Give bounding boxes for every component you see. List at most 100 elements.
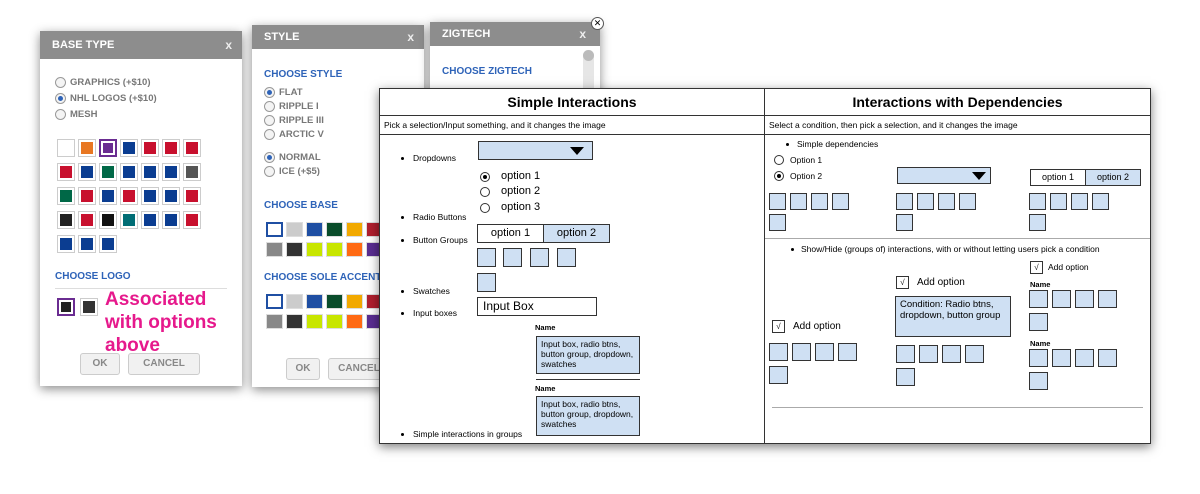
showhide-swatch[interactable] xyxy=(965,345,984,363)
scroll-up-icon[interactable] xyxy=(583,50,594,61)
dep-group-option-1-button[interactable]: option 1 xyxy=(1030,169,1086,186)
team-logo-tile[interactable] xyxy=(57,163,75,181)
showhide-swatch[interactable] xyxy=(1075,349,1094,367)
color-swatch[interactable] xyxy=(286,294,303,309)
showhide-swatch[interactable] xyxy=(1075,290,1094,308)
showhide-swatch[interactable] xyxy=(769,343,788,361)
color-swatch[interactable] xyxy=(346,294,363,309)
team-logo-tile[interactable] xyxy=(120,187,138,205)
color-swatch[interactable] xyxy=(266,242,283,257)
ok-button[interactable]: OK xyxy=(286,358,320,380)
dependent-swatch[interactable] xyxy=(1029,214,1046,231)
mesh-radio[interactable]: MESH xyxy=(55,109,157,120)
dependent-swatch[interactable] xyxy=(959,193,976,210)
color-swatch[interactable] xyxy=(286,314,303,329)
dependent-swatch[interactable] xyxy=(790,193,807,210)
group-swatch[interactable] xyxy=(503,248,522,267)
add-option-checkbox[interactable]: √ xyxy=(772,320,785,333)
dep-radio-option-2[interactable] xyxy=(774,171,784,181)
close-icon[interactable]: x xyxy=(579,22,586,46)
color-swatch[interactable] xyxy=(346,314,363,329)
color-swatch[interactable] xyxy=(326,314,343,329)
radio-option-1[interactable] xyxy=(480,172,490,182)
showhide-swatch[interactable] xyxy=(896,368,915,386)
showhide-swatch[interactable] xyxy=(838,343,857,361)
finish-ice-radio[interactable]: ICE (+$5) xyxy=(264,166,324,177)
dependent-swatch[interactable] xyxy=(938,193,955,210)
finish-normal-radio[interactable]: NORMAL xyxy=(264,152,324,163)
team-logo-tile[interactable] xyxy=(57,235,75,253)
dep-dropdown-select[interactable] xyxy=(897,167,991,184)
team-logo-tile[interactable] xyxy=(141,187,159,205)
showhide-swatch[interactable] xyxy=(769,366,788,384)
showhide-swatch[interactable] xyxy=(1029,372,1048,390)
color-swatch[interactable] xyxy=(306,222,323,237)
showhide-swatch[interactable] xyxy=(1029,349,1048,367)
dep-group-option-2-button[interactable]: option 2 xyxy=(1085,169,1141,186)
dependent-swatch[interactable] xyxy=(896,214,913,231)
showhide-swatch[interactable] xyxy=(1098,349,1117,367)
team-logo-tile[interactable] xyxy=(57,187,75,205)
style-flat-radio[interactable]: FLAT xyxy=(264,87,324,98)
add-option-checkbox[interactable]: √ xyxy=(1030,261,1043,274)
showhide-swatch[interactable] xyxy=(942,345,961,363)
logo-choice-2[interactable] xyxy=(80,298,98,316)
color-swatch[interactable] xyxy=(346,222,363,237)
team-logo-tile[interactable] xyxy=(57,211,75,229)
team-logo-tile[interactable] xyxy=(141,163,159,181)
team-logo-tile[interactable] xyxy=(162,211,180,229)
group-option-2-button[interactable]: option 2 xyxy=(543,224,610,243)
team-logo-tile[interactable] xyxy=(99,187,117,205)
style-ripple3-radio[interactable]: RIPPLE III xyxy=(264,115,324,126)
team-logo-tile[interactable] xyxy=(78,163,96,181)
close-icon[interactable]: x xyxy=(225,31,232,59)
team-logo-tile[interactable] xyxy=(78,235,96,253)
showhide-swatch[interactable] xyxy=(815,343,834,361)
color-swatch[interactable] xyxy=(266,314,283,329)
color-swatch[interactable] xyxy=(346,242,363,257)
style-ripple1-radio[interactable]: RIPPLE I xyxy=(264,101,324,112)
showhide-swatch[interactable] xyxy=(919,345,938,363)
team-logo-tile[interactable] xyxy=(183,211,201,229)
team-logo-tile[interactable] xyxy=(141,211,159,229)
logo-choice-1[interactable] xyxy=(57,298,75,316)
team-logo-tile[interactable] xyxy=(183,163,201,181)
team-logo-tile[interactable] xyxy=(162,163,180,181)
group-option-1-button[interactable]: option 1 xyxy=(477,224,544,243)
team-logo-tile[interactable] xyxy=(99,163,117,181)
showhide-swatch[interactable] xyxy=(1098,290,1117,308)
dependent-swatch[interactable] xyxy=(811,193,828,210)
team-logo-tile[interactable] xyxy=(120,211,138,229)
dependent-swatch[interactable] xyxy=(896,193,913,210)
dependent-swatch[interactable] xyxy=(832,193,849,210)
close-circle-icon[interactable]: ✕ xyxy=(591,17,604,30)
showhide-swatch[interactable] xyxy=(1029,290,1048,308)
dependent-swatch[interactable] xyxy=(769,193,786,210)
team-logo-tile[interactable] xyxy=(99,211,117,229)
dep-radio-option-1[interactable] xyxy=(774,155,784,165)
color-swatch[interactable] xyxy=(266,294,283,309)
dropdown-select[interactable] xyxy=(478,141,593,160)
showhide-swatch[interactable] xyxy=(896,345,915,363)
add-option-checkbox[interactable]: √ xyxy=(896,276,909,289)
dependent-swatch[interactable] xyxy=(769,214,786,231)
showhide-swatch[interactable] xyxy=(1052,349,1071,367)
team-logo-tile[interactable] xyxy=(183,187,201,205)
color-swatch[interactable] xyxy=(306,314,323,329)
color-swatch[interactable] xyxy=(286,242,303,257)
team-logo-tile[interactable] xyxy=(162,187,180,205)
swatch[interactable] xyxy=(477,273,496,292)
team-logo-tile[interactable] xyxy=(78,139,96,157)
color-swatch[interactable] xyxy=(286,222,303,237)
group-swatch[interactable] xyxy=(477,248,496,267)
team-logo-tile[interactable] xyxy=(57,139,75,157)
close-icon[interactable]: x xyxy=(407,25,414,49)
team-logo-tile[interactable] xyxy=(120,163,138,181)
color-swatch[interactable] xyxy=(266,222,283,237)
showhide-swatch[interactable] xyxy=(1029,313,1048,331)
nhl-logos-radio[interactable]: NHL LOGOS (+$10) xyxy=(55,93,157,104)
input-box[interactable]: Input Box xyxy=(477,297,597,316)
showhide-swatch[interactable] xyxy=(792,343,811,361)
group-swatch[interactable] xyxy=(530,248,549,267)
radio-option-3[interactable] xyxy=(480,203,490,213)
